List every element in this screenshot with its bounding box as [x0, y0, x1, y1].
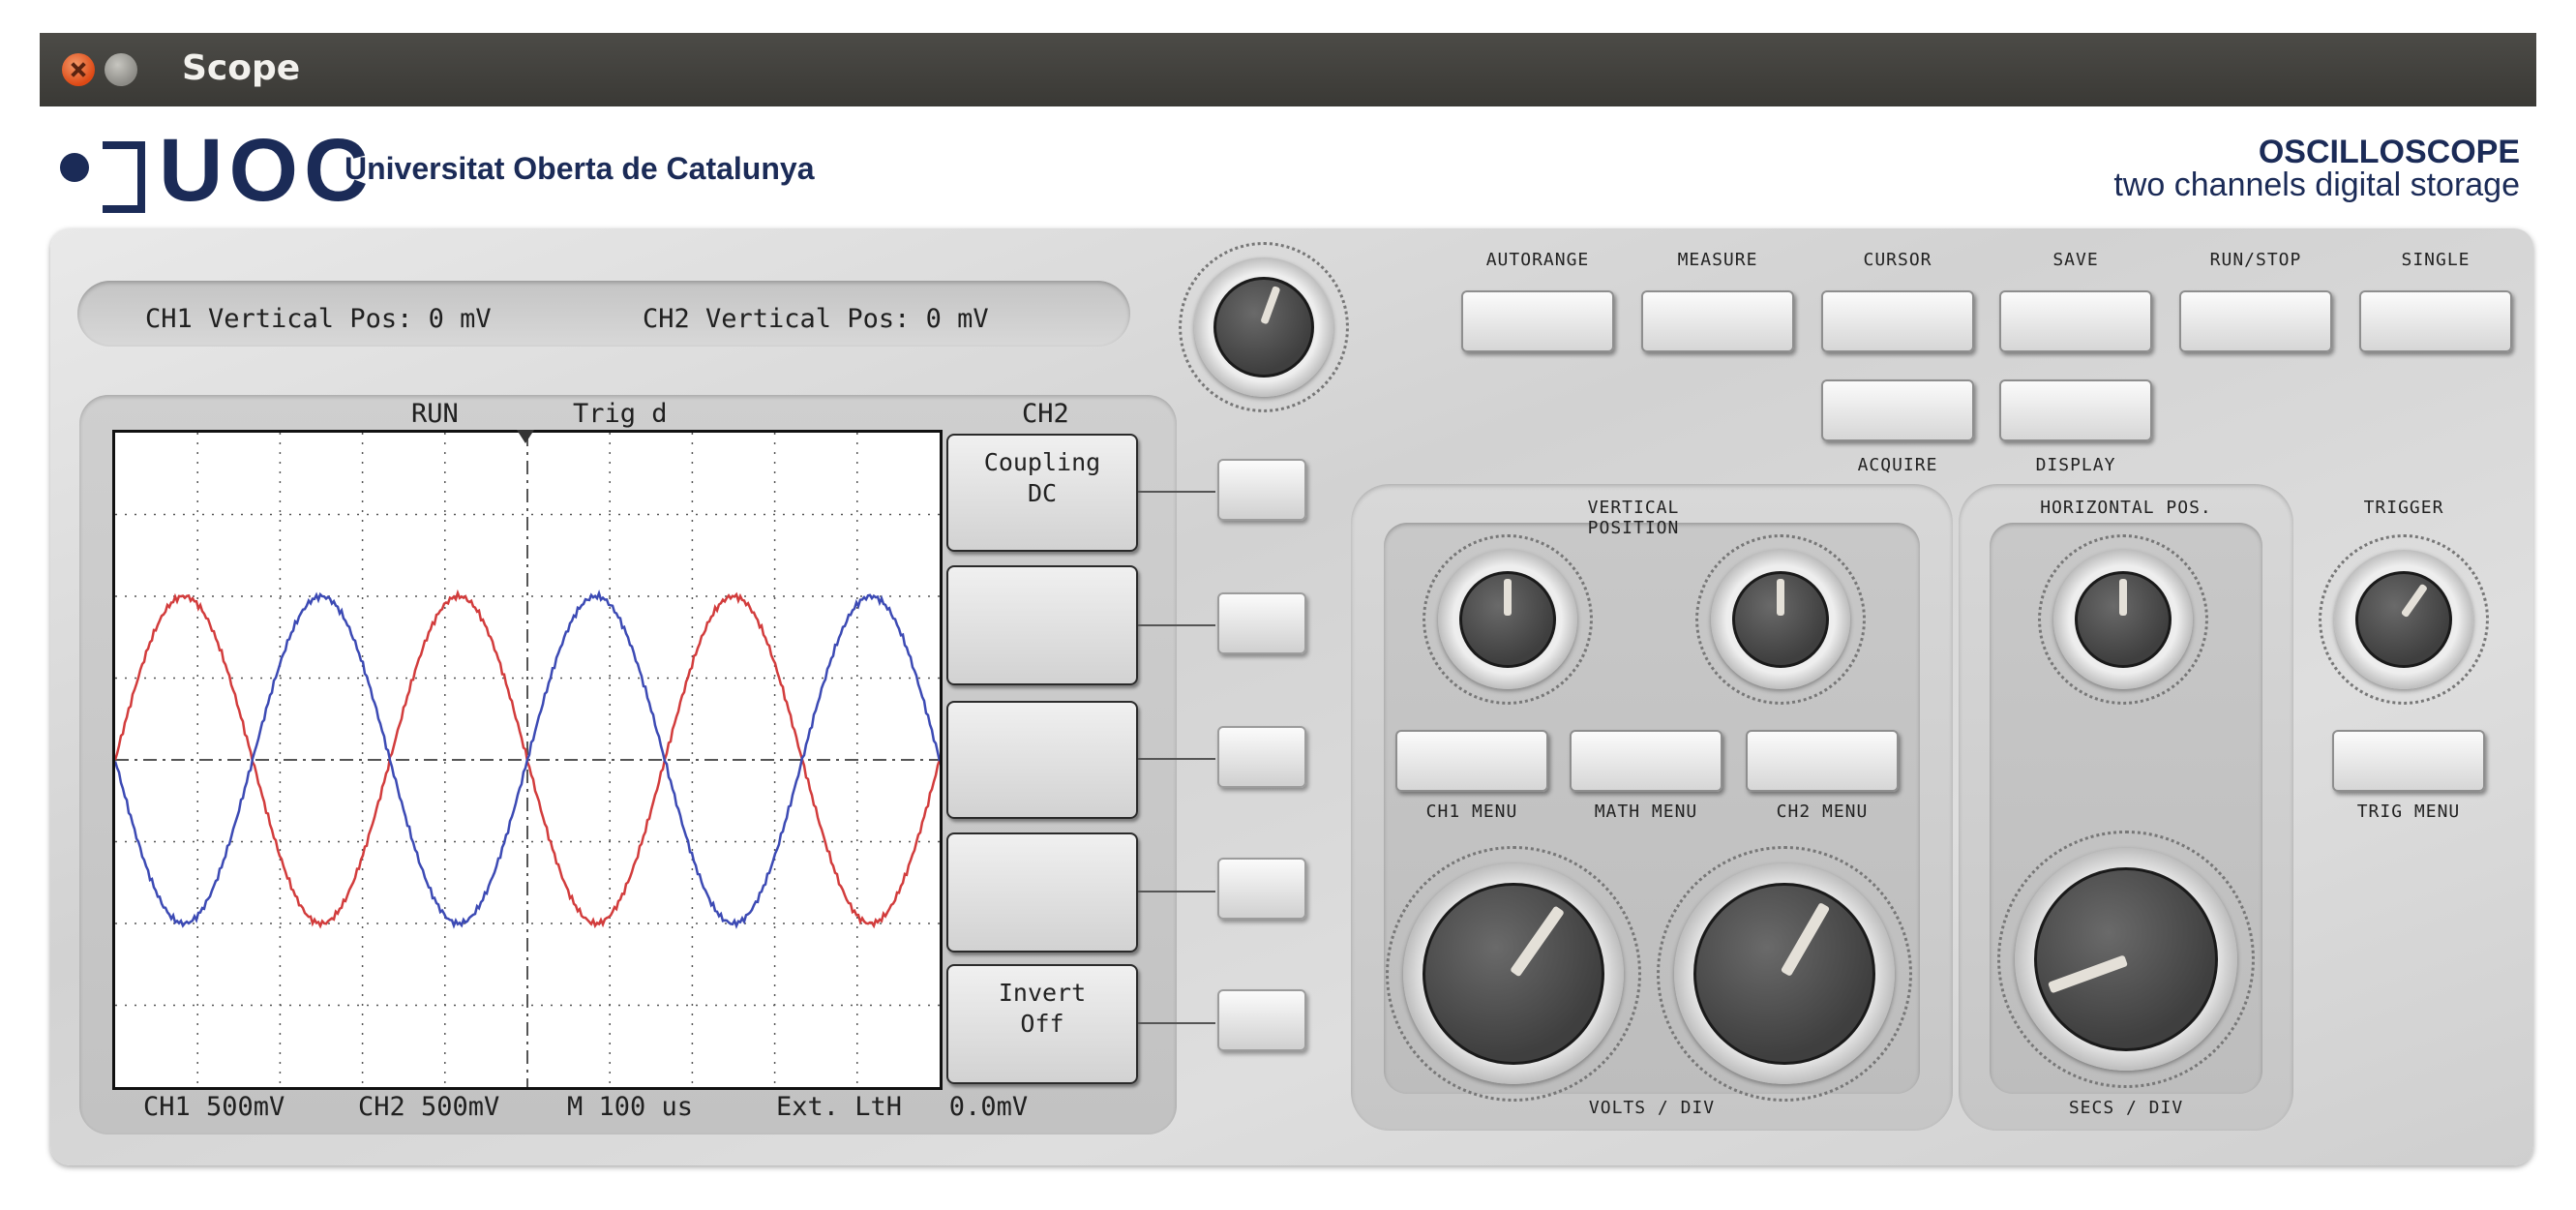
- ch1-volts-div-knob[interactable]: [1386, 846, 1641, 1102]
- softkey-invert[interactable]: Invert Off: [946, 964, 1138, 1084]
- save-button[interactable]: [1999, 290, 2152, 352]
- cursor-button[interactable]: [1821, 290, 1974, 352]
- side-button-3[interactable]: [1217, 726, 1306, 788]
- ch1-menu-label: CH1 MENU: [1425, 802, 1518, 822]
- trig-menu-button[interactable]: [2332, 730, 2485, 792]
- softkey-label-2: DC: [1027, 479, 1058, 507]
- math-menu-label: MATH MENU: [1594, 802, 1698, 822]
- side-button-4[interactable]: [1217, 858, 1306, 920]
- minimize-icon[interactable]: [105, 53, 137, 86]
- acquire-button[interactable]: [1821, 379, 1974, 441]
- horizontal-pos-title: HORIZONTAL POS.: [2040, 498, 2212, 518]
- close-icon[interactable]: [62, 53, 95, 86]
- softkey-connector: [1138, 491, 1215, 493]
- run-stop-label: RUN/STOP: [2209, 250, 2302, 270]
- ch2-position-knob[interactable]: [1695, 534, 1866, 705]
- softkey-4[interactable]: [946, 832, 1138, 953]
- side-button-1[interactable]: [1217, 459, 1306, 521]
- logo-dot-icon: [60, 153, 89, 182]
- timebase: M 100 us: [567, 1092, 694, 1122]
- ch2-scale: CH2 500mV: [358, 1092, 500, 1122]
- run-state: RUN: [411, 399, 459, 429]
- ch1-position-knob[interactable]: [1423, 534, 1593, 705]
- window-titlebar[interactable]: [40, 33, 2536, 106]
- trigger-marker-icon: [517, 430, 534, 443]
- softkey-label-1: Coupling: [983, 448, 1101, 476]
- app-subtitle: two channels digital storage: [2113, 166, 2520, 203]
- ch1-menu-button[interactable]: [1395, 730, 1548, 792]
- autorange-label: AUTORANGE: [1485, 250, 1590, 270]
- ch1-scale: CH1 500mV: [143, 1092, 285, 1122]
- single-label: SINGLE: [2401, 250, 2471, 270]
- trigger-title: TRIGGER: [2363, 498, 2444, 518]
- window-title: Scope: [182, 48, 301, 88]
- ch2-vertical-pos: CH2 Vertical Pos: 0 mV: [643, 304, 989, 334]
- single-button[interactable]: [2359, 290, 2512, 352]
- org-name: Universitat Oberta de Catalunya: [344, 151, 815, 186]
- softkey-3[interactable]: [946, 701, 1138, 819]
- ch2-menu-button[interactable]: [1746, 730, 1899, 792]
- run-stop-button[interactable]: [2179, 290, 2332, 352]
- autorange-button[interactable]: [1461, 290, 1614, 352]
- trig-state: Trig d: [573, 399, 668, 429]
- trig-menu-label: TRIG MENU: [2356, 802, 2461, 822]
- softkey-connector: [1138, 1022, 1215, 1024]
- side-button-2[interactable]: [1217, 592, 1306, 654]
- vertical-position-title: VERTICAL POSITION: [1587, 498, 1680, 538]
- measure-button[interactable]: [1641, 290, 1794, 352]
- ch1-vertical-pos: CH1 Vertical Pos: 0 mV: [145, 304, 492, 334]
- trigger-level-knob[interactable]: [2319, 534, 2489, 705]
- trigger-info: Ext. LtH 0.0mV: [776, 1092, 1029, 1122]
- secs-div-label: SECS / DIV: [2068, 1098, 2184, 1118]
- math-menu-button[interactable]: [1570, 730, 1722, 792]
- softkey-connector: [1138, 891, 1215, 892]
- measure-label: MEASURE: [1677, 250, 1758, 270]
- save-label: SAVE: [2052, 250, 2099, 270]
- waveform-plot: [113, 433, 942, 1087]
- cursor-label: CURSOR: [1863, 250, 1932, 270]
- side-button-5[interactable]: [1217, 989, 1306, 1051]
- display-label: DISPLAY: [2035, 455, 2116, 475]
- multipurpose-knob[interactable]: [1179, 242, 1349, 412]
- softkey-coupling[interactable]: Coupling DC: [946, 434, 1138, 552]
- horizontal-position-knob[interactable]: [2038, 534, 2208, 705]
- softkey-connector: [1138, 624, 1215, 626]
- softkey-label-2: Off: [1020, 1010, 1064, 1038]
- ch2-menu-label: CH2 MENU: [1776, 802, 1869, 822]
- softkey-connector: [1138, 758, 1215, 760]
- logo-bracket-icon: [103, 141, 145, 213]
- active-channel: CH2: [1022, 399, 1069, 429]
- ch2-volts-div-knob[interactable]: [1657, 846, 1912, 1102]
- volts-div-label: VOLTS / DIV: [1588, 1098, 1716, 1118]
- logo-text: UOC: [159, 121, 374, 220]
- secs-div-knob[interactable]: [1997, 831, 2255, 1088]
- scope-display: [112, 430, 943, 1090]
- softkey-label-1: Invert: [998, 979, 1087, 1007]
- acquire-label: ACQUIRE: [1857, 455, 1938, 475]
- display-button[interactable]: [1999, 379, 2152, 441]
- softkey-2[interactable]: [946, 565, 1138, 685]
